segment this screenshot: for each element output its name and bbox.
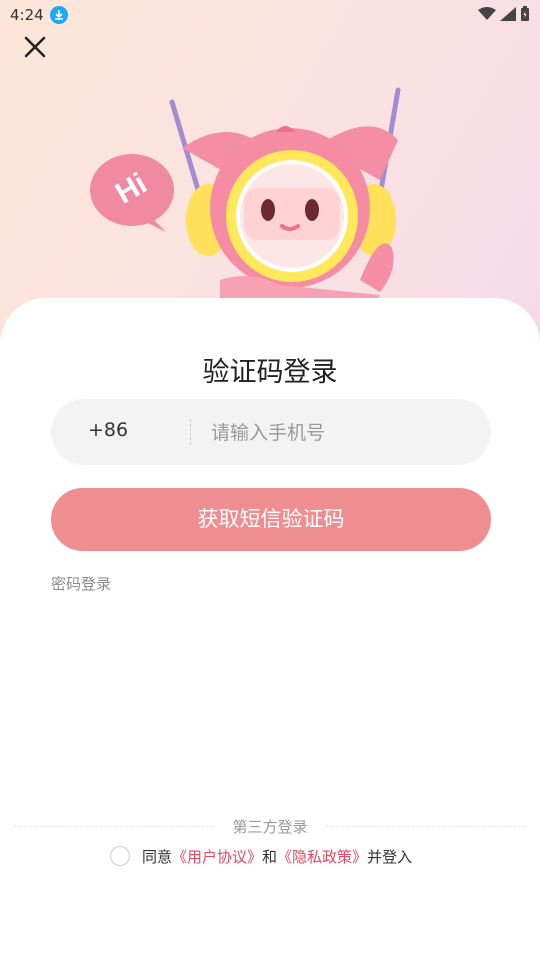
agreement-prefix: 同意: [142, 847, 173, 866]
agreement-row: 同意 《用户协议》 和 《隐私政策》 并登入: [110, 845, 412, 867]
country-code[interactable]: +86: [88, 419, 128, 441]
status-icons: [478, 6, 530, 22]
close-icon[interactable]: [20, 32, 50, 62]
user-agreement-link[interactable]: 《用户协议》: [172, 846, 262, 867]
agreement-and: 和: [262, 847, 278, 866]
status-time: 4:24: [10, 6, 44, 24]
speech-bubble: Hi: [90, 154, 174, 232]
divider: [190, 419, 191, 445]
get-sms-code-button[interactable]: 获取短信验证码: [51, 488, 491, 551]
page-title: 验证码登录: [202, 357, 338, 388]
third-party-login-section: 第三方登录: [0, 816, 540, 837]
phone-input[interactable]: [209, 415, 473, 451]
wifi-icon: [478, 7, 496, 20]
signal-icon: [500, 7, 516, 21]
mascot-illustration: Hi: [90, 87, 401, 320]
battery-icon: [521, 6, 529, 21]
agree-checkbox[interactable]: [110, 846, 130, 866]
password-login-link[interactable]: 密码登录: [51, 573, 111, 594]
agreement-suffix: 并登入: [367, 847, 413, 866]
third-party-login-label: 第三方登录: [224, 816, 316, 837]
privacy-policy-link[interactable]: 《隐私政策》: [277, 846, 367, 867]
divider: [14, 826, 214, 827]
download-icon: [50, 6, 68, 24]
divider: [326, 826, 526, 827]
status-bar: 4:24: [0, 0, 540, 32]
phone-input-box[interactable]: +86: [51, 399, 491, 465]
